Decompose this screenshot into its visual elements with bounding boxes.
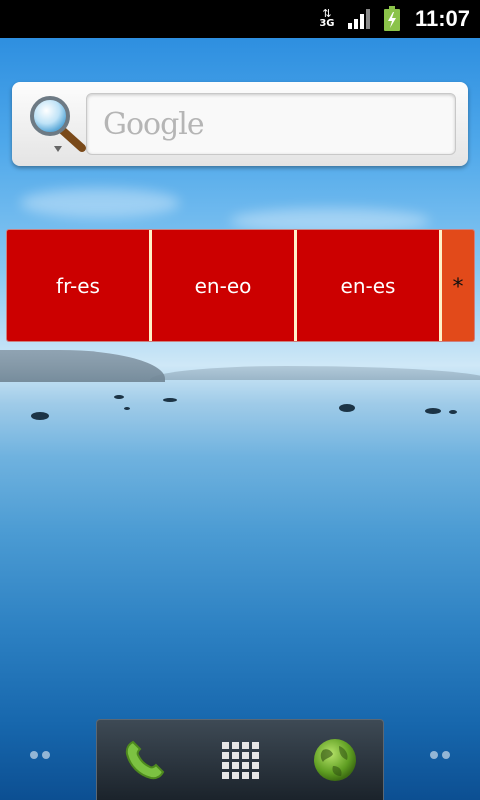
page-indicator-right[interactable]: [430, 751, 450, 759]
language-pair-widget: fr-es en-eo en-es *: [6, 229, 475, 342]
dock: [96, 719, 384, 800]
lang-pair-button-3[interactable]: en-es: [297, 230, 442, 341]
distant-shore: [150, 366, 480, 380]
shore-left: [0, 350, 165, 382]
status-bar: ⇅ 3G 11:07: [0, 0, 480, 38]
signal-icon: [347, 9, 370, 29]
browser-icon[interactable]: [307, 732, 363, 788]
search-icon[interactable]: [24, 92, 88, 156]
phone-icon[interactable]: [117, 732, 173, 788]
app-drawer-icon[interactable]: [212, 732, 268, 788]
page-indicator-left[interactable]: [30, 751, 50, 759]
search-input[interactable]: Google: [86, 93, 456, 155]
lang-pair-button-1[interactable]: fr-es: [7, 230, 152, 341]
data-activity-icon: ⇅ 3G: [317, 8, 337, 29]
clock: 11:07: [414, 6, 470, 31]
google-search-widget: Google: [12, 82, 468, 166]
search-placeholder: Google: [103, 106, 205, 142]
lang-pair-button-2[interactable]: en-eo: [152, 230, 297, 341]
battery-charging-icon: [383, 6, 400, 31]
more-pairs-button[interactable]: *: [442, 230, 474, 341]
network-type-label: 3G: [319, 18, 335, 29]
